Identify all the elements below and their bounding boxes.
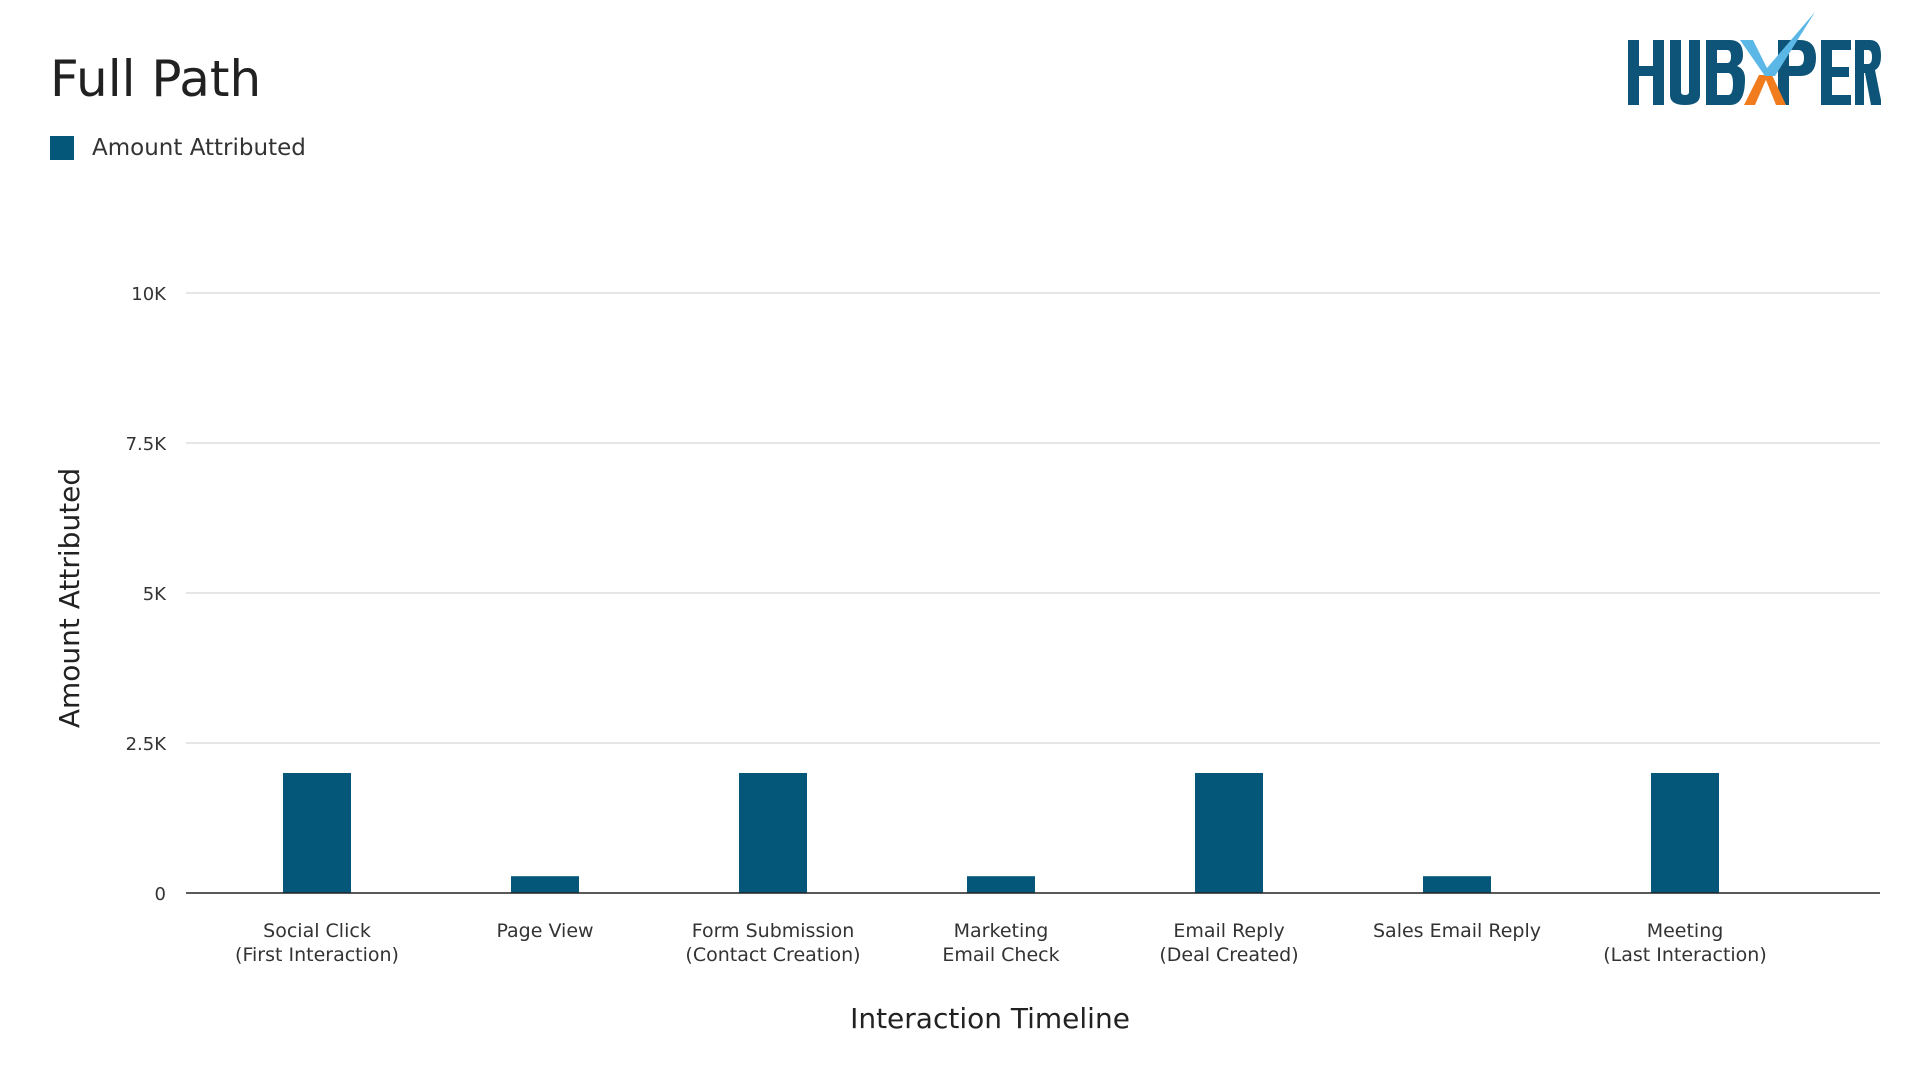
bar bbox=[1423, 876, 1491, 893]
y-axis-title: Amount Attributed bbox=[53, 468, 86, 728]
y-tick-label: 0 bbox=[155, 884, 166, 905]
y-tick-labels: 0 2.5K 5K 7.5K 10K bbox=[126, 284, 168, 905]
bars bbox=[283, 773, 1719, 893]
y-tick-label: 7.5K bbox=[126, 434, 168, 455]
x-tick-label: Form Submission (Contact Creation) bbox=[685, 920, 860, 966]
x-axis-title: Interaction Timeline bbox=[850, 1002, 1130, 1035]
x-tick-labels: Social Click (First Interaction) Page View… bbox=[235, 920, 1767, 966]
x-tick-label: Meeting (Last Interaction) bbox=[1603, 920, 1767, 966]
bar bbox=[283, 773, 351, 893]
bar bbox=[511, 876, 579, 893]
x-tick-label: Sales Email Reply bbox=[1373, 920, 1541, 942]
bar bbox=[739, 773, 807, 893]
x-tick-label: Page View bbox=[496, 920, 593, 942]
bar bbox=[1651, 773, 1719, 893]
y-tick-label: 5K bbox=[143, 584, 167, 605]
bar-chart: 0 2.5K 5K 7.5K 10K Social Click (First Intera… bbox=[53, 284, 1880, 1035]
gridlines bbox=[186, 292, 1880, 744]
x-tick-label: Marketing Email Check bbox=[942, 920, 1059, 966]
y-tick-label: 2.5K bbox=[126, 734, 168, 755]
y-tick-label: 10K bbox=[131, 284, 167, 305]
bar bbox=[1195, 773, 1263, 893]
bar bbox=[967, 876, 1035, 893]
x-tick-label: Email Reply (Deal Created) bbox=[1159, 920, 1298, 966]
x-tick-label: Social Click (First Interaction) bbox=[235, 920, 399, 966]
